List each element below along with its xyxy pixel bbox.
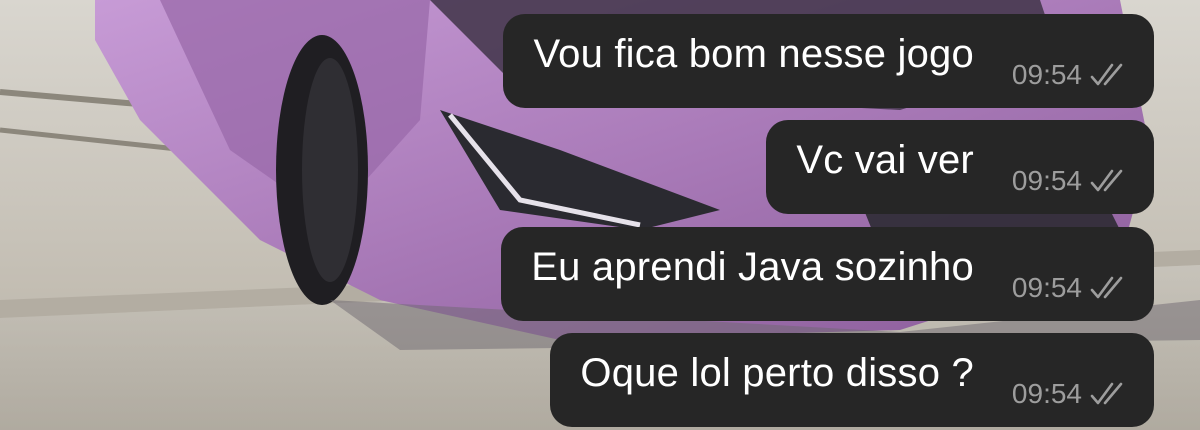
message-bubble[interactable]: Vou fica bom nesse jogo 09:54: [503, 14, 1154, 108]
double-check-icon: [1090, 63, 1123, 86]
chat-screen: Vou fica bom nesse jogo 09:54 Vc vai ver…: [0, 0, 1200, 430]
message-text: Oque lol perto disso ?: [580, 351, 974, 395]
message-meta: 09:54: [1012, 61, 1130, 89]
message-bubble[interactable]: Eu aprendi Java sozinho 09:54: [501, 227, 1154, 321]
message-text: Eu aprendi Java sozinho: [531, 245, 974, 289]
message-meta: 09:54: [1012, 167, 1130, 195]
double-check-icon: [1090, 276, 1123, 299]
message-time: 09:54: [1011, 165, 1082, 196]
message-meta: 09:54: [1012, 380, 1130, 408]
message-text: Vou fica bom nesse jogo: [533, 32, 974, 76]
message-time: 09:54: [1011, 272, 1082, 303]
message-text: Vc vai ver: [796, 138, 974, 182]
double-check-icon: [1090, 169, 1123, 192]
message-bubble[interactable]: Oque lol perto disso ? 09:54: [550, 333, 1154, 427]
message-time: 09:54: [1011, 59, 1082, 90]
double-check-icon: [1090, 382, 1123, 405]
message-meta: 09:54: [1012, 274, 1130, 302]
message-time: 09:54: [1011, 378, 1082, 409]
message-bubble[interactable]: Vc vai ver 09:54: [766, 120, 1154, 214]
